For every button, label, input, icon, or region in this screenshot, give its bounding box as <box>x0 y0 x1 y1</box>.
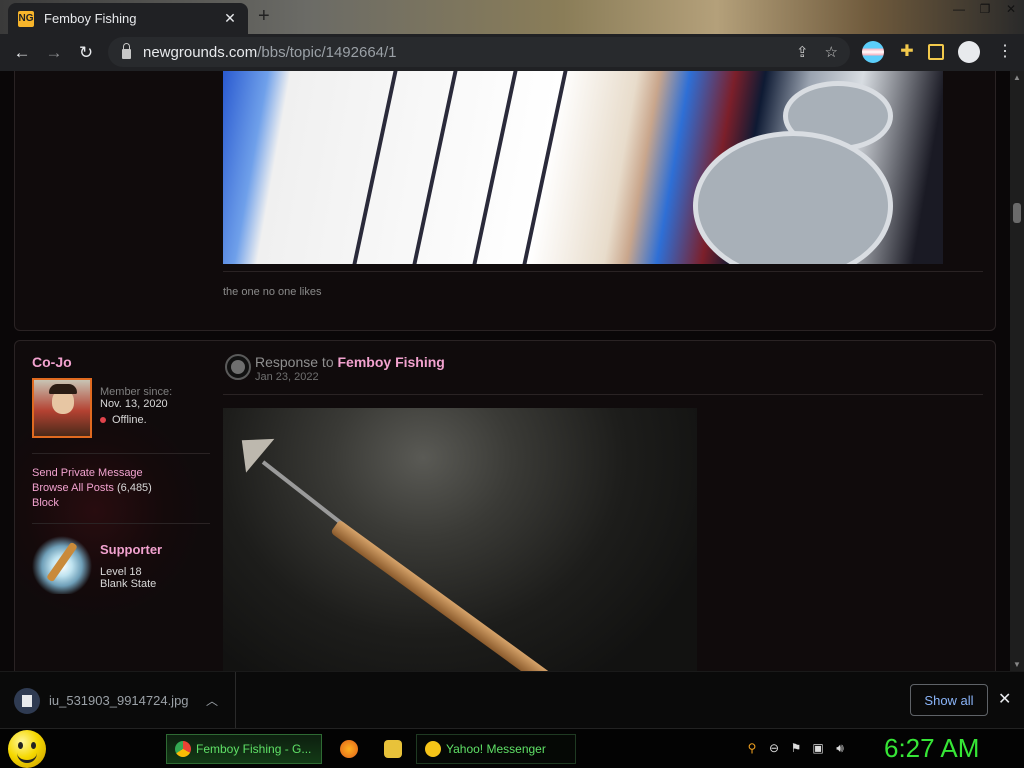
level-number: Level 18 <box>100 566 142 578</box>
sidepanel-icon[interactable] <box>928 44 944 60</box>
chevron-up-icon[interactable]: ︿ <box>206 692 218 709</box>
new-tab-button[interactable]: + <box>258 6 270 26</box>
member-since-date: Nov. 13, 2020 <box>100 398 168 410</box>
tab-close-icon[interactable]: ✕ <box>222 10 238 27</box>
share-icon[interactable]: ⇪ <box>796 43 809 61</box>
action-center-flag-icon[interactable]: ⚑ <box>788 740 804 756</box>
close-window-button[interactable]: ✕ <box>998 0 1024 18</box>
system-tray: ⚲ ⊖ ⚑ ▣ 🔊︎ <box>744 740 848 756</box>
scroll-down-icon[interactable]: ▼ <box>1013 660 1021 669</box>
download-bar: iu_531903_9914724.jpg ︿ Show all ✕ <box>0 671 1024 729</box>
scrollbar-thumb[interactable] <box>1013 203 1021 223</box>
yahoo-messenger-icon <box>425 741 441 757</box>
extensions-puzzle-icon[interactable]: ✚ <box>896 41 918 63</box>
post-divider <box>223 394 983 395</box>
offline-dot-icon <box>100 417 106 423</box>
post-signature: the one no one likes <box>223 286 322 298</box>
scroll-up-icon[interactable]: ▲ <box>1013 73 1021 82</box>
block-link[interactable]: Block <box>32 497 59 509</box>
folder-icon[interactable] <box>384 740 402 758</box>
taskbar: Femboy Fishing - G... Yahoo! Messenger ⚲… <box>0 728 1024 768</box>
restore-button[interactable]: ❐ <box>972 0 998 18</box>
status-text: Offline. <box>112 414 147 426</box>
tab-strip: NG Femboy Fishing ✕ + — ❐ ✕ <box>0 0 1024 34</box>
system-clock[interactable]: 6:27 AM <box>884 733 979 764</box>
post-date: Jan 23, 2022 <box>255 371 319 383</box>
level-title: Blank State <box>100 578 157 590</box>
sidebar-divider <box>32 523 210 524</box>
download-filename: iu_531903_9914724.jpg <box>49 693 189 708</box>
online-status: Offline. <box>100 414 147 426</box>
back-button[interactable]: ← <box>6 43 38 63</box>
browser-toolbar: ← → ↻ newgrounds.com/bbs/topic/1492664/1… <box>0 34 1024 71</box>
extension-flag-icon[interactable] <box>862 41 884 63</box>
url-domain: newgrounds.com <box>143 43 258 61</box>
username-link[interactable]: Co-Jo <box>32 354 72 370</box>
response-icon <box>225 354 251 380</box>
taskbar-yahoo-messenger[interactable]: Yahoo! Messenger <box>416 734 576 764</box>
send-private-message-link[interactable]: Send Private Message <box>32 467 143 479</box>
browser-tab[interactable]: NG Femboy Fishing ✕ <box>8 3 248 34</box>
menu-kebab-icon[interactable]: ⋮ <box>994 41 1016 63</box>
url-text: newgrounds.com/bbs/topic/1492664/1 <box>143 44 397 61</box>
post-count: (6,485) <box>116 482 152 494</box>
taskbar-chrome-window[interactable]: Femboy Fishing - G... <box>166 734 322 764</box>
minimize-button[interactable]: — <box>946 0 972 18</box>
browse-posts-label: Browse All Posts <box>32 482 114 494</box>
search-icon[interactable]: ⚲ <box>744 740 760 756</box>
tab-title: Femboy Fishing <box>44 11 137 26</box>
member-since-label: Member since: <box>100 386 173 398</box>
window-controls: — ❐ ✕ <box>946 0 1024 18</box>
newgrounds-favicon-icon: NG <box>18 10 34 27</box>
browse-all-posts-link[interactable]: Browse All Posts (6,485) <box>32 482 152 494</box>
supporter-badge-icon <box>32 534 92 594</box>
download-item[interactable]: iu_531903_9914724.jpg <box>0 672 236 729</box>
file-icon <box>14 687 40 714</box>
reload-button[interactable]: ↻ <box>70 43 102 63</box>
volume-icon[interactable]: 🔊︎ <box>832 740 848 756</box>
network-icon[interactable]: ▣ <box>810 740 826 756</box>
forward-button[interactable]: → <box>38 43 70 63</box>
response-prefix: Response to <box>255 354 334 370</box>
rank-title[interactable]: Supporter <box>100 542 162 557</box>
bookmark-star-icon[interactable]: ☆ <box>825 43 838 61</box>
yahoo-messenger-label: Yahoo! Messenger <box>446 742 546 756</box>
profile-avatar-icon[interactable] <box>958 41 980 63</box>
user-level: Level 18 Blank State <box>100 566 156 590</box>
page-content: the one no one likes Co-Jo Member since:… <box>0 71 1010 671</box>
chrome-task-label: Femboy Fishing - G... <box>196 742 312 756</box>
forum-post: Co-Jo Member since: Nov. 13, 2020 Offlin… <box>14 340 996 671</box>
post-divider <box>223 271 983 272</box>
sidebar-divider <box>32 453 210 454</box>
post-image-drums[interactable] <box>223 71 943 264</box>
post-image-harpoon[interactable] <box>223 408 697 671</box>
url-path: /bbs/topic/1492664/1 <box>257 43 397 61</box>
firefox-icon[interactable] <box>340 740 358 758</box>
show-all-button[interactable]: Show all <box>910 684 988 716</box>
minus-circle-icon[interactable]: ⊖ <box>766 740 782 756</box>
page-scrollbar[interactable]: ▲ ▼ <box>1010 71 1024 671</box>
chrome-icon <box>175 741 191 757</box>
close-icon[interactable]: ✕ <box>998 689 1011 709</box>
response-heading: Response to Femboy Fishing <box>255 354 445 370</box>
address-bar[interactable]: newgrounds.com/bbs/topic/1492664/1 ⇪ ☆ <box>108 37 850 67</box>
start-smiley-icon[interactable] <box>8 730 46 768</box>
lock-icon[interactable] <box>122 43 131 59</box>
topic-link[interactable]: Femboy Fishing <box>338 354 445 370</box>
harpoon-shaft-shape <box>330 519 607 671</box>
avatar[interactable] <box>32 378 92 438</box>
forum-post-previous: the one no one likes <box>14 71 996 331</box>
